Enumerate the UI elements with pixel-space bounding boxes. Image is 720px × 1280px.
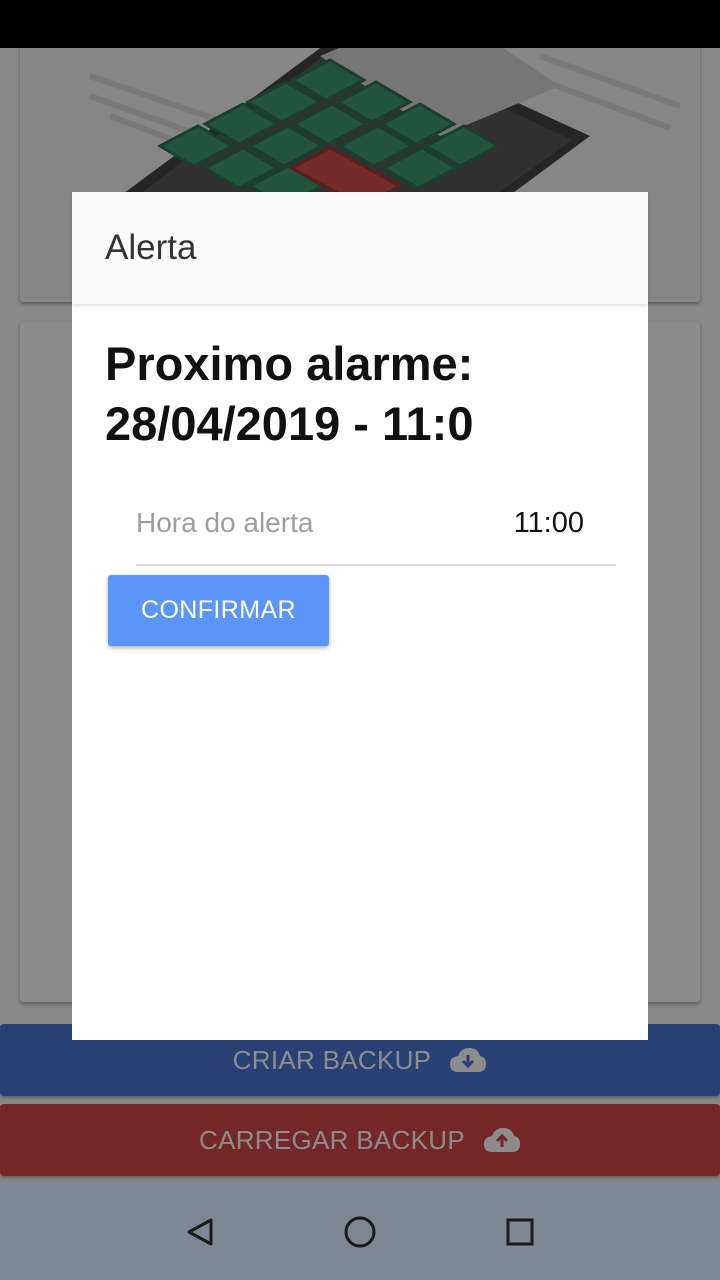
alert-dialog: Alerta Proximo alarme: 28/04/2019 - 11:0… bbox=[72, 192, 648, 1040]
screen: CRIAR BACKUP CARREGAR BACKUP Alerta Prox… bbox=[0, 0, 720, 1280]
back-button[interactable] bbox=[170, 1202, 230, 1262]
back-triangle-icon bbox=[187, 1218, 213, 1246]
alert-time-label: Hora do alerta bbox=[136, 507, 314, 538]
status-bar bbox=[0, 0, 720, 48]
dialog-title: Alerta bbox=[105, 228, 197, 267]
next-alarm-heading: Proximo alarme: 28/04/2019 - 11:0 bbox=[105, 337, 474, 450]
home-circle-icon bbox=[344, 1216, 376, 1248]
navigation-bar bbox=[0, 1184, 720, 1280]
alert-time-value: 11:00 bbox=[513, 506, 584, 539]
home-button[interactable] bbox=[330, 1202, 390, 1262]
recents-button[interactable] bbox=[490, 1202, 550, 1262]
dialog-header: Alerta bbox=[72, 192, 648, 304]
alert-time-field[interactable]: Hora do alerta 11:00 bbox=[136, 482, 616, 566]
confirm-button[interactable]: CONFIRMAR bbox=[108, 575, 329, 646]
recents-square-icon bbox=[506, 1218, 534, 1246]
